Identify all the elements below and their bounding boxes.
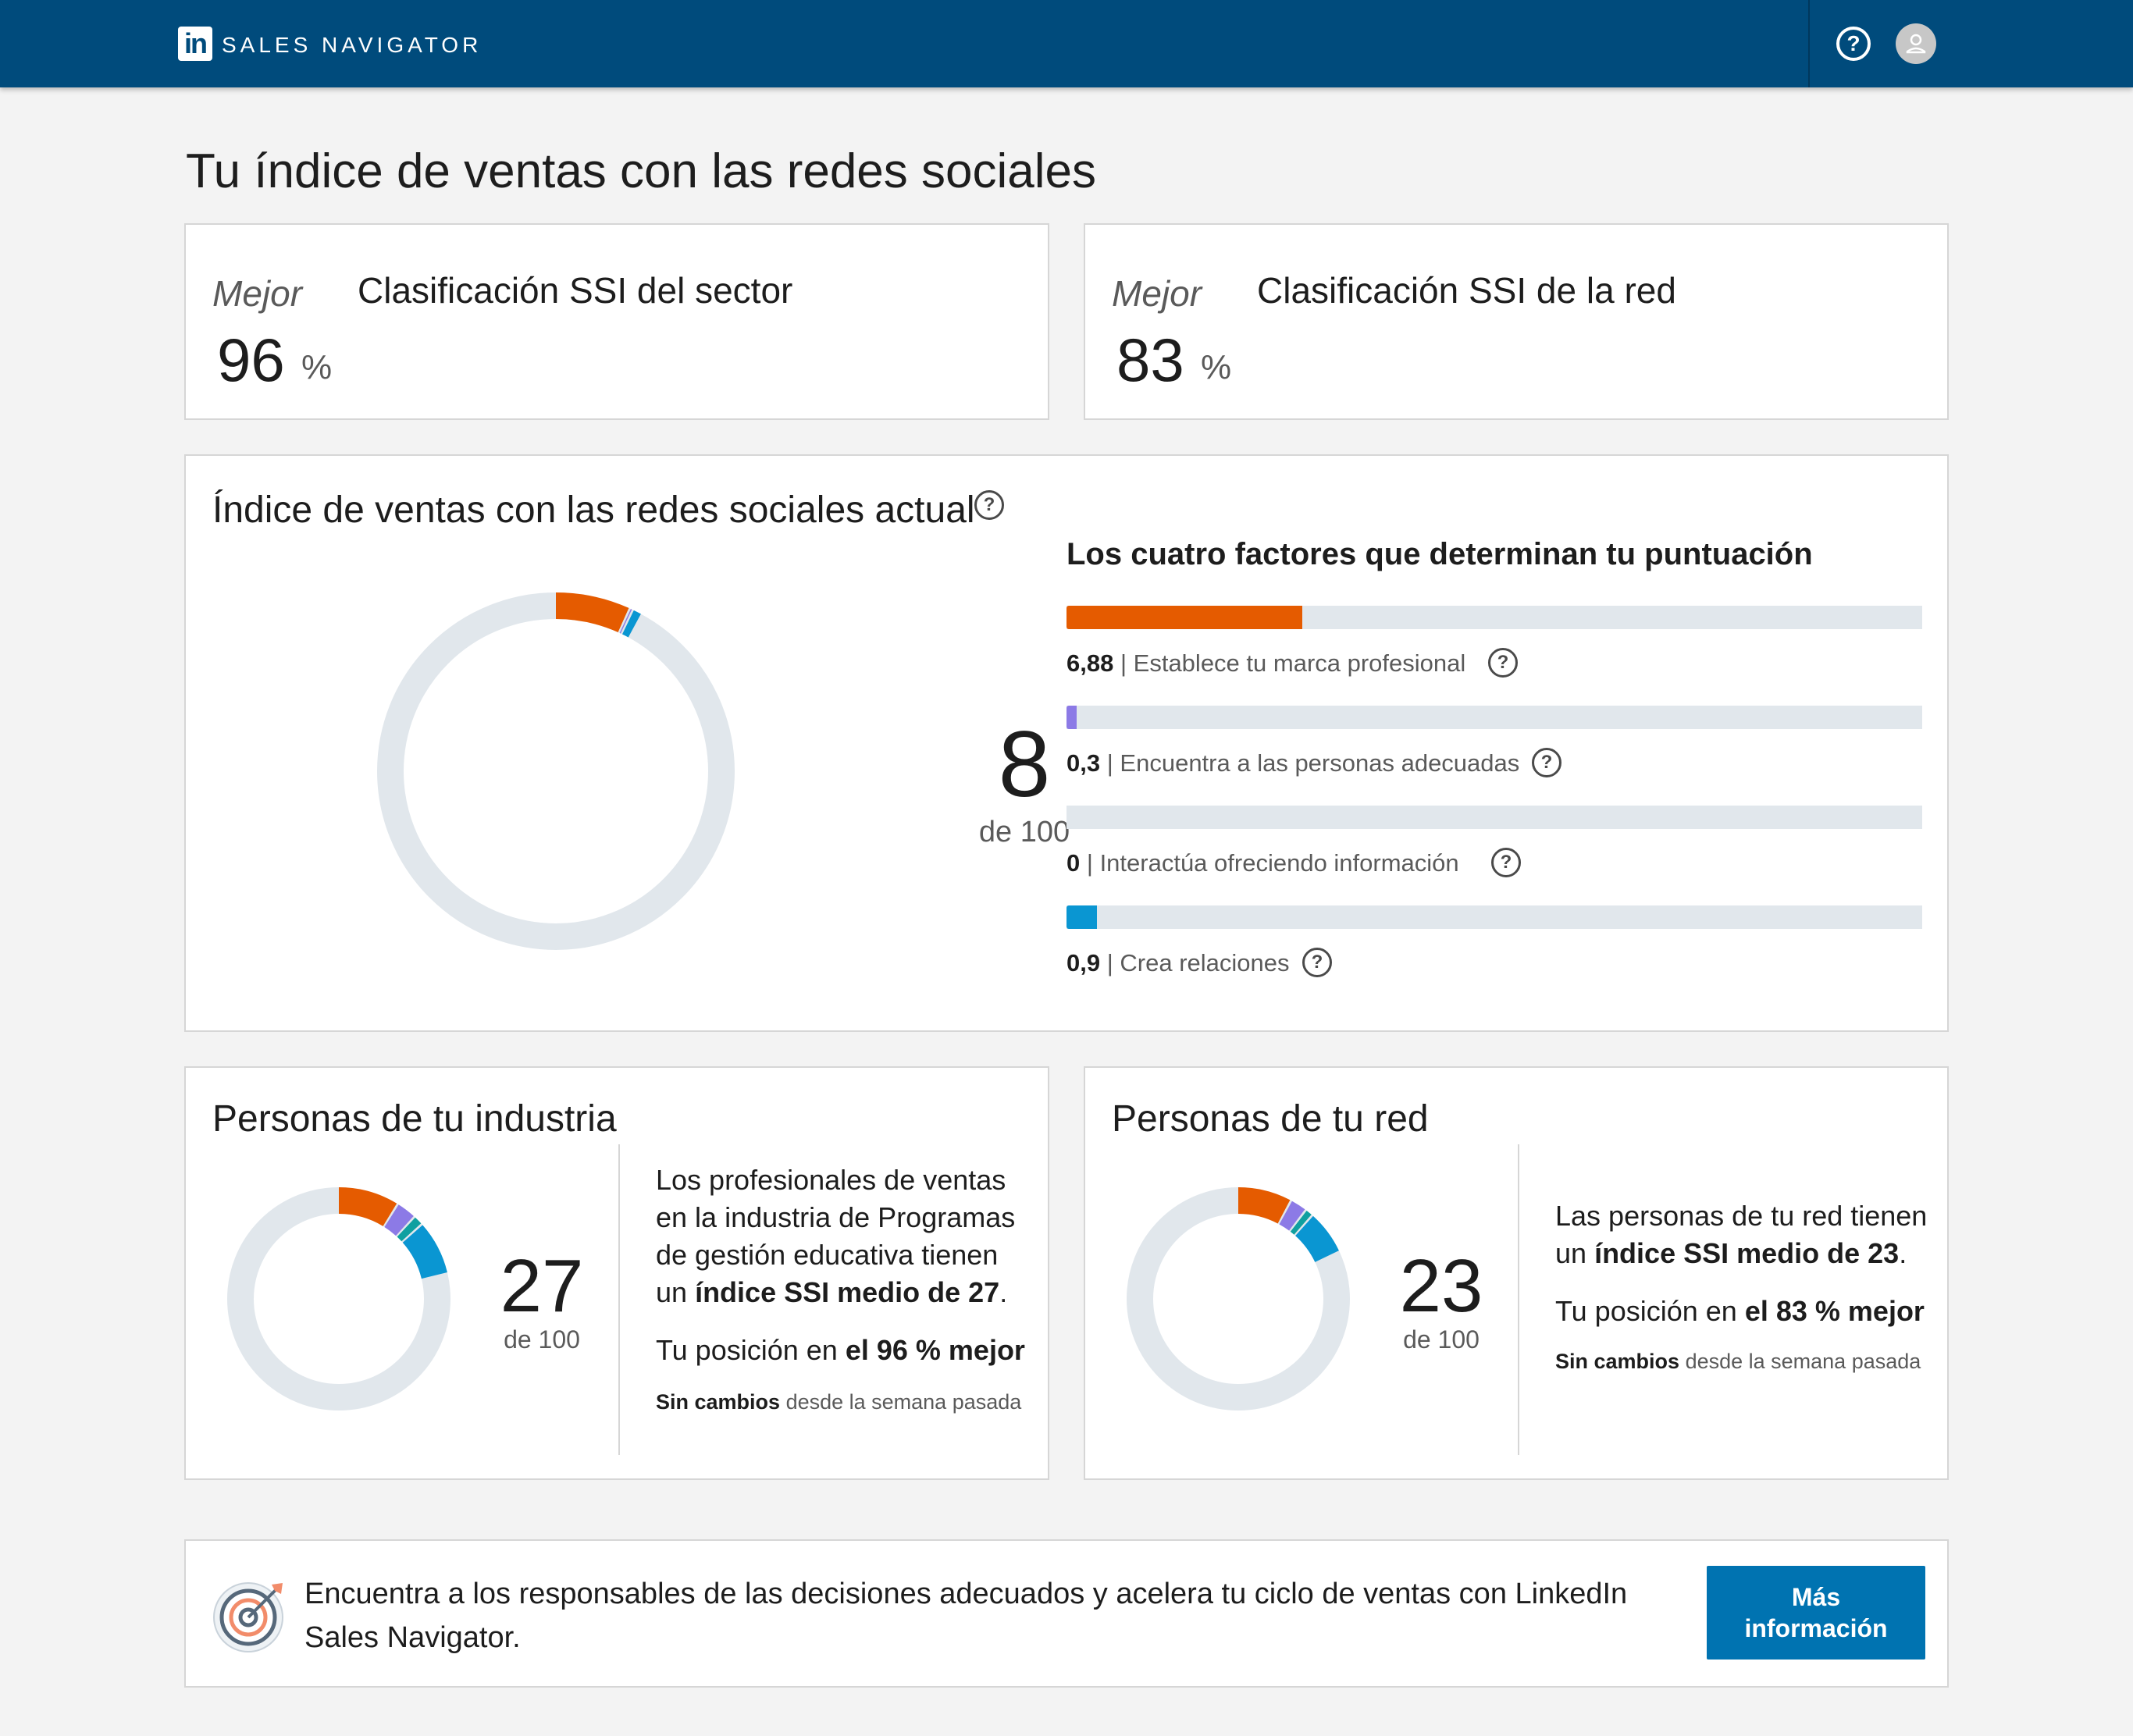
factor-bar-fill <box>1066 905 1098 929</box>
gauge-segment <box>1294 1215 1339 1263</box>
factor-bar-fill <box>1066 606 1302 629</box>
learn-more-line2: información <box>1744 1614 1888 1642</box>
brand-name[interactable]: SALES NAVIGATOR <box>222 30 482 61</box>
gauge-segment <box>384 1204 414 1236</box>
current-ssi-help-icon[interactable]: ? <box>974 490 1004 520</box>
factor-people-help-icon[interactable]: ? <box>1532 748 1561 777</box>
factor-label-insights: 0 | Interactúa ofreciendo información <box>1066 849 1459 877</box>
industry-of: de 100 <box>504 1325 580 1354</box>
factor-label-people: 0,3 | Encuentra a las personas adecuadas <box>1066 749 1520 777</box>
industry-title: Personas de tu industria <box>212 1098 617 1140</box>
network-gauge <box>1127 1187 1350 1410</box>
gauge-segment <box>338 1187 397 1227</box>
current-ssi-card: Índice de ventas con las redes sociales … <box>184 454 1949 1032</box>
network-rank-value: 83 <box>1116 326 1184 394</box>
gauge-segment <box>555 592 629 633</box>
network-of: de 100 <box>1403 1325 1480 1354</box>
network-since: Sin cambios desde la semana pasada <box>1555 1350 1921 1373</box>
user-icon <box>1906 34 1926 54</box>
factor-bar-brand <box>1066 606 1922 629</box>
current-ssi-gauge <box>377 592 735 950</box>
gauge-segment <box>619 609 632 634</box>
factor-bar-insights <box>1066 806 1922 829</box>
industry-score: 27 <box>500 1244 584 1328</box>
network-rank-card: Mejor Clasificación SSI de la red 83 % <box>1084 223 1949 420</box>
gauge-segment <box>1290 1211 1312 1235</box>
industry-position: Tu posición en el 96 % mejor <box>656 1334 1025 1366</box>
industry-card: Personas de tu industria 27 de 100 Los p… <box>184 1066 1049 1480</box>
industry-since: Sin cambios desde la semana pasada <box>656 1390 1022 1414</box>
avatar[interactable] <box>1896 23 1936 64</box>
topbar-divider <box>1808 0 1810 87</box>
help-icon[interactable]: ? <box>1836 27 1871 61</box>
network-rank-title: Clasificación SSI de la red <box>1257 270 1676 311</box>
sector-rank-title: Clasificación SSI del sector <box>358 270 793 311</box>
gauge-segment <box>397 1217 422 1242</box>
factor-brand-help-icon[interactable]: ? <box>1488 648 1518 678</box>
gauge-segment <box>1237 1187 1291 1224</box>
gauge-track <box>377 592 735 950</box>
sector-rank-unit: % <box>301 348 333 386</box>
current-ssi-title: Índice de ventas con las redes sociales … <box>212 489 975 531</box>
promo-card: Encuentra a los responsables de las deci… <box>184 1539 1949 1688</box>
sector-rank-card: Mejor Clasificación SSI del sector 96 % <box>184 223 1049 420</box>
learn-more-line1: Más <box>1791 1583 1841 1611</box>
factor-label-brand: 6,88 | Establece tu marca profesional <box>1066 649 1466 677</box>
network-rank-mejor: Mejor <box>1112 273 1202 314</box>
network-divider <box>1518 1144 1519 1455</box>
industry-divider <box>618 1144 620 1455</box>
network-card: Personas de tu red 23 de 100 Las persona… <box>1084 1066 1949 1480</box>
factor-relations-help-icon[interactable]: ? <box>1302 948 1332 977</box>
network-score: 23 <box>1399 1244 1483 1328</box>
network-description: Las personas de tu red tienen un índice … <box>1555 1200 1928 1269</box>
factor-insights-help-icon[interactable]: ? <box>1491 848 1521 877</box>
linkedin-logo-icon[interactable]: in <box>178 27 212 61</box>
learn-more-button[interactable]: Más información <box>1707 1566 1925 1660</box>
promo-text: Encuentra a los responsables de las deci… <box>304 1578 1628 1654</box>
target-icon <box>213 1582 283 1652</box>
page-title: Tu índice de ventas con las redes social… <box>186 144 1097 198</box>
factor-label-relations: 0,9 | Crea relaciones <box>1066 949 1290 976</box>
sector-rank-value: 96 <box>217 326 285 394</box>
top-navigation-bar: in SALES NAVIGATOR ? <box>0 0 2133 87</box>
industry-description: Los profesionales de ventas en la indust… <box>656 1164 1016 1308</box>
sector-rank-mejor: Mejor <box>212 273 303 314</box>
factor-bar-people <box>1066 706 1922 729</box>
factors-title: Los cuatro factores que determinan tu pu… <box>1066 537 1813 571</box>
gauge-segment <box>621 610 641 638</box>
gauge-segment <box>1279 1201 1305 1231</box>
factor-bar-relations <box>1066 905 1922 929</box>
network-title: Personas de tu red <box>1112 1098 1429 1140</box>
factor-bar-fill <box>1066 706 1077 729</box>
network-position: Tu posición en el 83 % mejor <box>1555 1295 1925 1327</box>
industry-gauge <box>227 1187 450 1410</box>
gauge-segment <box>402 1225 447 1279</box>
network-rank-unit: % <box>1201 348 1232 386</box>
